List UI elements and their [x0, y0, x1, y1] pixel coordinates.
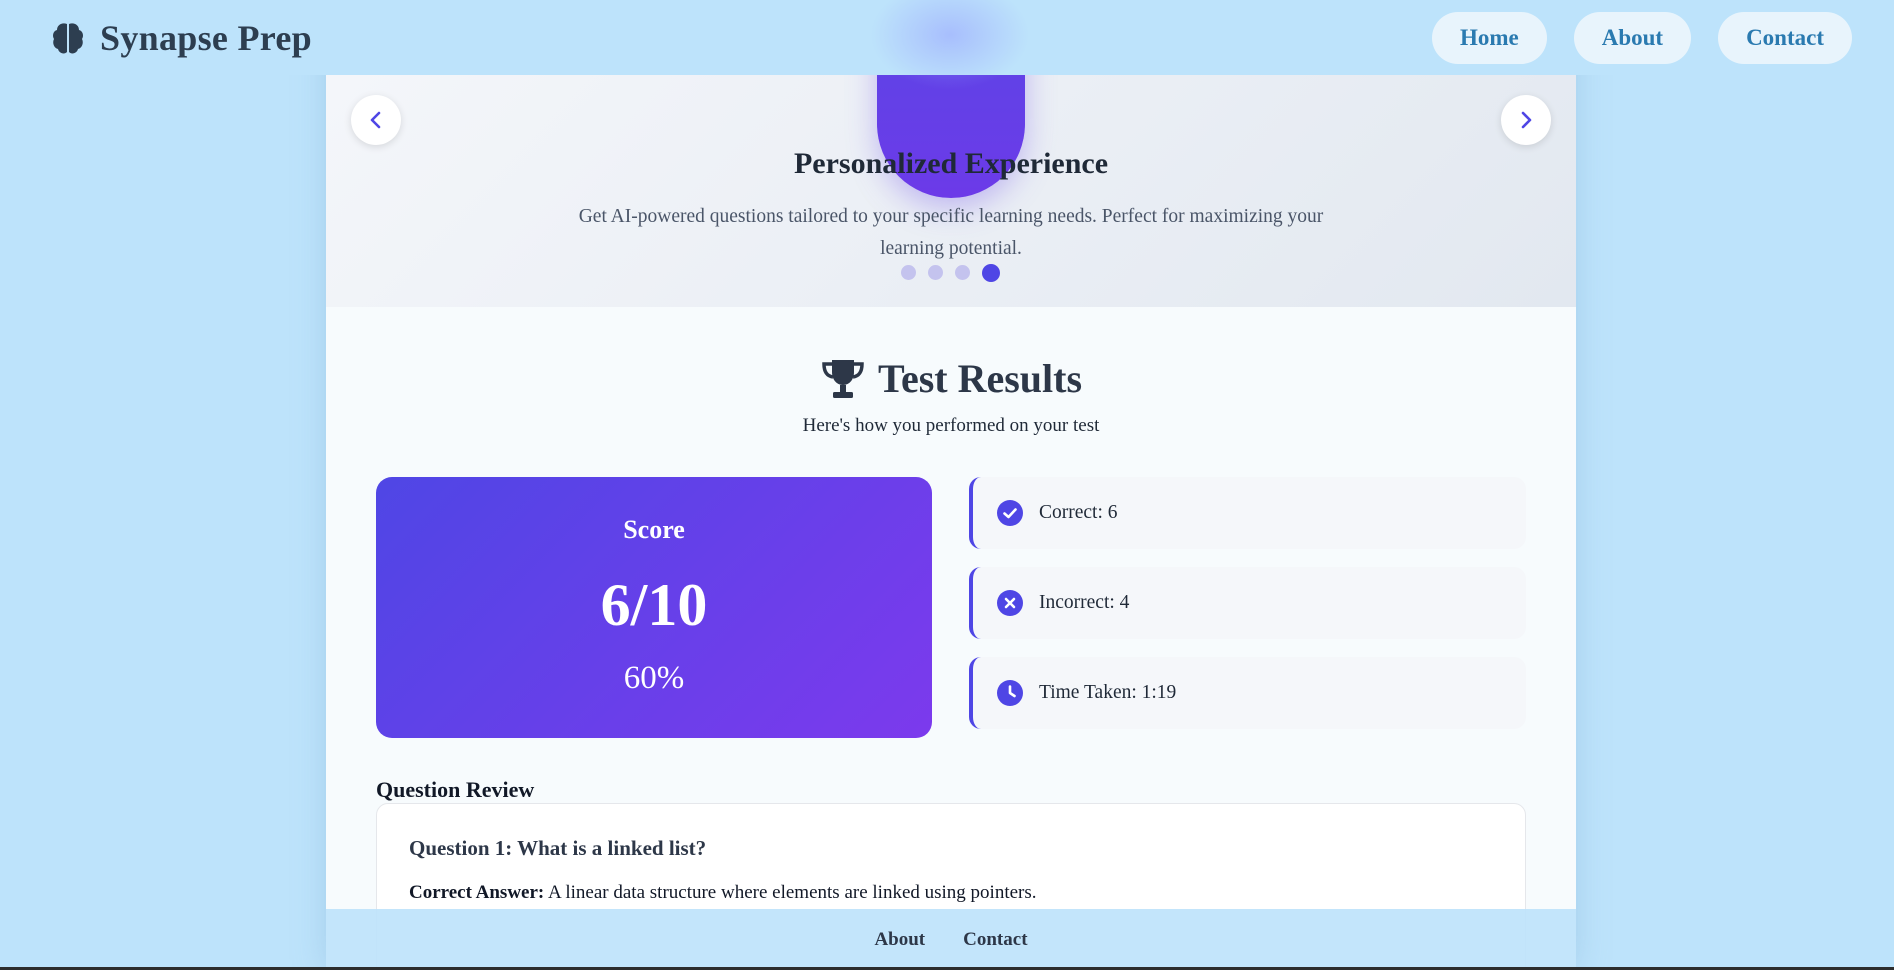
- carousel-dot-1[interactable]: [901, 265, 916, 280]
- clock-icon: [997, 680, 1023, 706]
- chevron-left-icon: [370, 111, 381, 129]
- correct-answer-label: Correct Answer:: [409, 882, 545, 903]
- check-circle-icon: [997, 500, 1023, 526]
- score-card: Score 6/10 60%: [376, 477, 932, 738]
- main-nav: Home About Contact: [1431, 11, 1852, 64]
- question-review-title: Question Review: [376, 777, 535, 802]
- carousel-prev-button[interactable]: [351, 95, 401, 145]
- results-heading: Test Results: [326, 355, 1576, 402]
- top-navbar: Synapse Prep Home About Contact: [0, 0, 1894, 75]
- slide-title: Personalized Experience: [793, 147, 1109, 180]
- stat-correct: Correct: 6: [969, 477, 1526, 549]
- main-panel: Personalized Experience Get AI-powered q…: [326, 0, 1576, 970]
- stat-time-text: Time Taken: 1:19: [1039, 682, 1177, 703]
- carousel-dot-2[interactable]: [928, 265, 943, 280]
- carousel-dots: [901, 263, 1000, 282]
- brain-icon: [53, 22, 83, 53]
- x-circle-icon: [997, 590, 1023, 616]
- score-label: Score: [623, 515, 685, 544]
- results-title: Test Results: [877, 356, 1083, 401]
- footer-about-link[interactable]: About: [874, 929, 925, 951]
- nav-home-button[interactable]: Home: [1431, 11, 1547, 64]
- stat-incorrect-text: Incorrect: 4: [1039, 592, 1130, 613]
- question-title: Question 1: What is a linked list?: [409, 836, 707, 860]
- results-subtitle: Here's how you performed on your test: [802, 415, 1100, 436]
- chevron-right-icon: [1521, 111, 1532, 129]
- score-value: 6/10: [600, 572, 708, 638]
- nav-about-button[interactable]: About: [1573, 11, 1692, 64]
- stat-time: Time Taken: 1:19: [969, 657, 1526, 729]
- carousel-dot-4[interactable]: [982, 263, 1000, 282]
- slide-description: Get AI-powered questions tailored to you…: [578, 206, 1324, 259]
- nav-contact-button[interactable]: Contact: [1718, 11, 1852, 64]
- carousel-next-button[interactable]: [1501, 95, 1551, 145]
- footer-contact-link[interactable]: Contact: [963, 929, 1027, 951]
- stat-correct-text: Correct: 6: [1039, 502, 1118, 523]
- trophy-icon: [822, 359, 864, 398]
- correct-answer-text: A linear data structure where elements a…: [547, 882, 1037, 903]
- feature-carousel: Personalized Experience Get AI-powered q…: [326, 0, 1576, 307]
- stat-incorrect: Incorrect: 4: [969, 567, 1526, 639]
- score-percent: 60%: [623, 660, 685, 696]
- brand-name: Synapse Prep: [100, 17, 312, 58]
- carousel-dot-3[interactable]: [955, 265, 970, 280]
- correct-answer: Correct Answer: A linear data structure …: [409, 882, 1037, 904]
- brand[interactable]: Synapse Prep: [50, 17, 312, 59]
- footer: About Contact: [326, 909, 1576, 970]
